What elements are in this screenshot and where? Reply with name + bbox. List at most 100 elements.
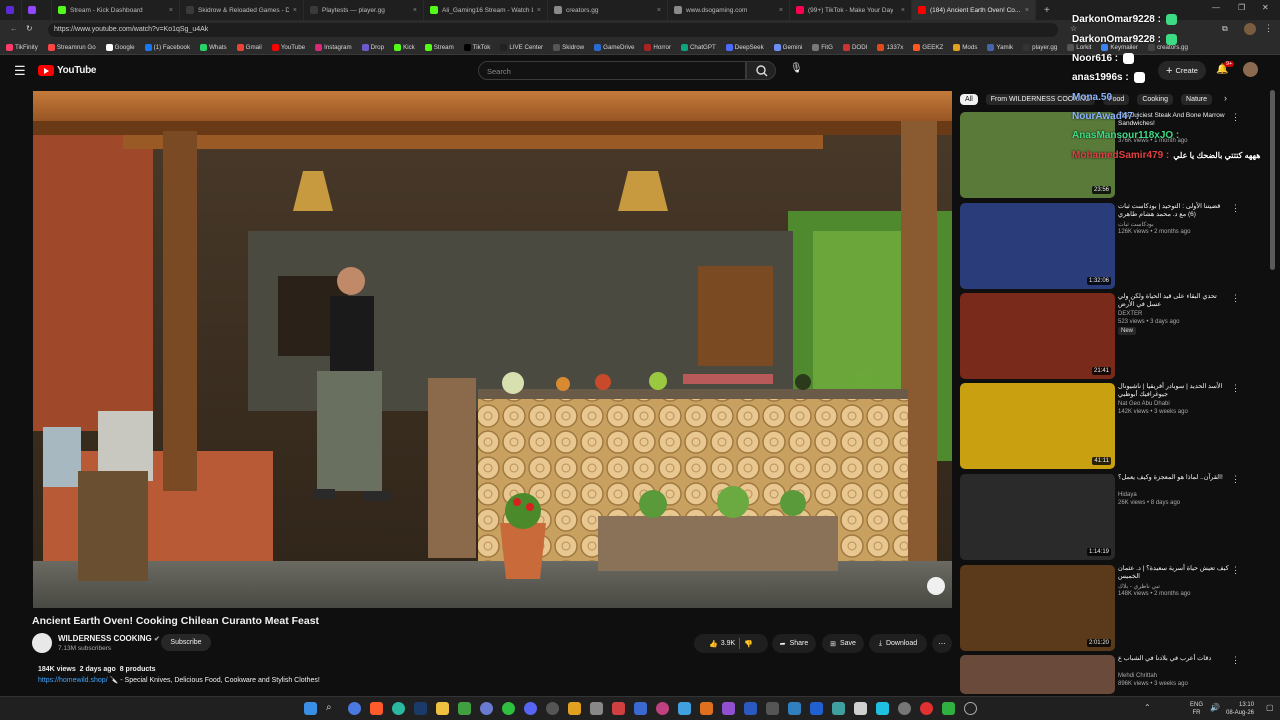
browser-menu-icon[interactable] [0, 0, 22, 20]
video-thumbnail[interactable]: 21:41 [960, 293, 1115, 379]
recommended-title[interactable]: قضيتنا الأولى : التوحيد | بودكاست ثبات (… [1118, 203, 1230, 219]
taskbar-app4-icon[interactable] [810, 702, 823, 715]
recommended-channel[interactable]: تبي ناظري - بلاك [1118, 583, 1230, 590]
taskbar-app10-icon[interactable] [942, 702, 955, 715]
more-options-icon[interactable]: ⋮ [1231, 112, 1240, 123]
more-options-icon[interactable]: ⋮ [1231, 565, 1240, 576]
discord-icon[interactable] [524, 702, 537, 715]
taskbar-cyan-app-icon[interactable] [678, 702, 691, 715]
subscribe-button[interactable]: Subscribe [161, 634, 211, 651]
products-count[interactable]: 8 products [120, 666, 156, 673]
more-options-icon[interactable]: ⋮ [1231, 203, 1240, 214]
more-options-icon[interactable]: ⋮ [1231, 293, 1240, 304]
recommended-title[interactable]: دقات أعرب في بلادنا في الشباب ع [1118, 655, 1230, 663]
profile-avatar[interactable] [1244, 23, 1256, 35]
system-clock[interactable]: 13:10 08-Aug-26 [1226, 701, 1254, 717]
recommended-channel[interactable]: Nat Geo Abu Dhabi [1118, 401, 1230, 407]
taskbar-app8-icon[interactable] [898, 702, 911, 715]
edge-browser-icon[interactable] [392, 702, 405, 715]
recommended-video[interactable]: 41:11 الأسد الحديد | سوبادر أفريقيا | ناش… [960, 383, 1260, 469]
channel-watermark-icon[interactable] [927, 577, 945, 595]
back-icon[interactable]: ← [10, 24, 18, 33]
recommended-channel[interactable]: Hidaya [1118, 492, 1230, 498]
recommended-channel[interactable]: Mehdi Chrittah [1118, 673, 1230, 679]
recommended-channel[interactable]: بودكاست ثبات [1118, 221, 1230, 228]
language-indicator[interactable]: ENG FR [1190, 701, 1203, 717]
recommended-video[interactable]: 1:14:19 القرآن.. لماذا هو المعجزة وكيف يع… [960, 474, 1260, 560]
bookmark-item[interactable]: GEEKZ [913, 43, 943, 51]
browser-menu-dots-icon[interactable]: ⋮ [1264, 23, 1273, 34]
scrollbar-thumb[interactable] [1270, 90, 1275, 270]
bookmark-item[interactable]: 1337x [877, 43, 903, 51]
bookmark-item[interactable]: Horror [644, 43, 671, 51]
account-avatar[interactable] [1243, 62, 1258, 77]
recommended-video[interactable]: 21:41 تحدي البقاء على قيد الحياة ولكن ولي… [960, 293, 1260, 379]
search-input[interactable]: Search [478, 61, 746, 80]
bookmark-item[interactable]: Kick [394, 43, 415, 51]
bookmark-item[interactable]: FitG [812, 43, 833, 51]
filter-chip[interactable]: Nature [1181, 93, 1213, 105]
save-button[interactable]: ⊞ Save [822, 634, 864, 653]
taskbar-app5-icon[interactable] [832, 702, 845, 715]
obs-icon[interactable] [546, 702, 559, 715]
search-button[interactable] [746, 61, 776, 80]
bookmark-item[interactable]: Instagram [315, 43, 352, 51]
more-options-icon[interactable]: ⋮ [1231, 383, 1240, 394]
extensions-icon[interactable]: ⧉ [1222, 24, 1228, 34]
tab-close-icon[interactable]: × [537, 7, 541, 14]
video-thumbnail[interactable]: 2:01:20 [960, 565, 1115, 651]
bookmark-item[interactable]: Whats [200, 43, 227, 51]
speaker-icon[interactable]: 🔊 [1210, 703, 1220, 712]
reload-icon[interactable]: ↻ [26, 24, 33, 33]
bookmark-item[interactable]: TikTok [463, 43, 490, 51]
bookmark-item[interactable]: Stream [424, 43, 454, 51]
recommended-video[interactable]: دقات أعرب في بلادنا في الشباب ع Mehdi Chr… [960, 655, 1260, 694]
filter-chip[interactable]: Cooking [1137, 93, 1174, 105]
steam-icon[interactable] [414, 702, 427, 715]
taskbar-search-icon[interactable]: ⌕ [326, 702, 339, 715]
taskbar-orange-app-icon[interactable] [700, 702, 713, 715]
browser-tab[interactable]: Skidrow & Reloaded Games - Do... × [180, 0, 304, 20]
tab-close-icon[interactable]: × [1025, 7, 1029, 14]
bookmark-item[interactable]: ChatGPT [680, 43, 716, 51]
minimize-icon[interactable]: — [1212, 3, 1220, 12]
recommended-title[interactable]: الأسد الحديد | سوبادر أفريقيا | ناشيونال… [1118, 383, 1230, 399]
bookmark-item[interactable]: TikFinity [6, 43, 38, 51]
browser-tab[interactable]: Stream - Kick Dashboard × [52, 0, 180, 20]
taskbar-app7-icon[interactable] [876, 702, 889, 715]
bookmark-item[interactable]: GameDrive [594, 43, 634, 51]
filter-chip[interactable]: All [960, 93, 978, 105]
channel-name[interactable]: WILDERNESS COOKING ✔ [58, 634, 160, 643]
taskbar-green-app-icon[interactable] [458, 702, 471, 715]
browser-tab[interactable]: Ali_Gaming16 Stream - Watch Liv... × [424, 0, 548, 20]
tab-close-icon[interactable]: × [657, 7, 661, 14]
browser-tab[interactable]: (99+) TikTok - Make Your Day × [790, 0, 912, 20]
more-options-icon[interactable]: ⋮ [1231, 474, 1240, 485]
share-button[interactable]: ➦ Share [772, 634, 816, 653]
new-tab-icon[interactable]: + [1044, 5, 1050, 16]
create-button[interactable]: + Create [1158, 61, 1206, 80]
browser-tab[interactable]: creators.gg × [548, 0, 668, 20]
taskbar-dark-blue-app-icon[interactable] [744, 702, 757, 715]
taskbar-pink-app-icon[interactable] [656, 702, 669, 715]
chips-next-icon[interactable]: › [1224, 93, 1227, 103]
hamburger-menu-icon[interactable]: ☰ [14, 63, 26, 79]
bookmark-item[interactable]: YouTube [271, 43, 305, 51]
taskbar-app11-icon[interactable] [964, 702, 977, 715]
tab-close-icon[interactable]: × [901, 7, 905, 14]
taskbar-app6-icon[interactable] [854, 702, 867, 715]
more-options-icon[interactable]: ⋮ [1231, 655, 1240, 666]
close-window-icon[interactable]: ✕ [1262, 3, 1269, 12]
bookmark-item[interactable]: Google [105, 43, 135, 51]
video-thumbnail[interactable] [960, 655, 1115, 694]
channel-avatar[interactable] [32, 633, 52, 653]
bookmark-item[interactable]: Streamrun Go [47, 43, 96, 51]
url-field[interactable]: https://www.youtube.com/watch?v=Ko1qSg_u… [48, 23, 1058, 37]
maximize-icon[interactable]: ❐ [1238, 3, 1245, 12]
tab-close-icon[interactable]: × [413, 7, 417, 14]
browser-tab[interactable]: (184) Ancient Earth Oven! Co... × [912, 0, 1036, 20]
taskbar-app2-icon[interactable] [766, 702, 779, 715]
voice-search-icon[interactable]: 🎙 [790, 63, 803, 74]
bookmark-item[interactable]: LIVE Center [500, 43, 543, 51]
description-link[interactable]: https://homewild.shop/ [38, 677, 108, 684]
